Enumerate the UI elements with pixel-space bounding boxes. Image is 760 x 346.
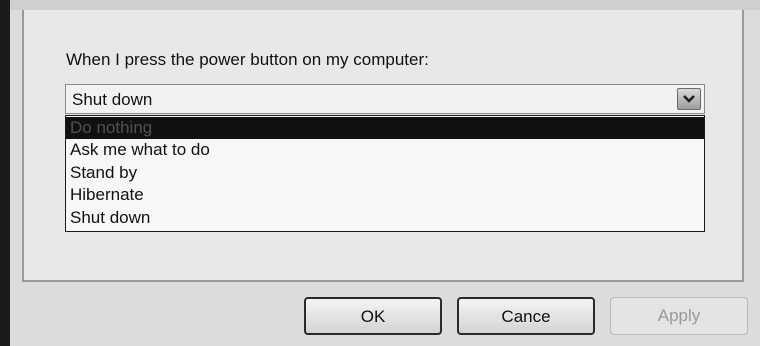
top-edge [10,0,760,10]
power-action-select[interactable]: Shut down [65,84,705,114]
window-border [0,0,10,346]
option-hibernate[interactable]: Hibernate [66,184,704,206]
apply-button[interactable]: Apply [610,297,748,335]
option-stand-by[interactable]: Stand by [66,162,704,184]
option-shut-down[interactable]: Shut down [66,207,704,229]
dropdown-list: Do nothing Ask me what to do Stand by Hi… [65,115,705,232]
option-do-nothing[interactable]: Do nothing [66,117,704,139]
dialog-window: When I press the power button on my comp… [0,0,760,346]
cancel-button[interactable]: Cance [457,297,595,335]
chevron-down-icon [683,95,695,103]
power-button-label: When I press the power button on my comp… [66,50,429,69]
selected-value: Shut down [72,90,153,109]
option-ask-me[interactable]: Ask me what to do [66,139,704,161]
ok-button[interactable]: OK [304,297,442,335]
dropdown-button[interactable] [677,88,701,110]
